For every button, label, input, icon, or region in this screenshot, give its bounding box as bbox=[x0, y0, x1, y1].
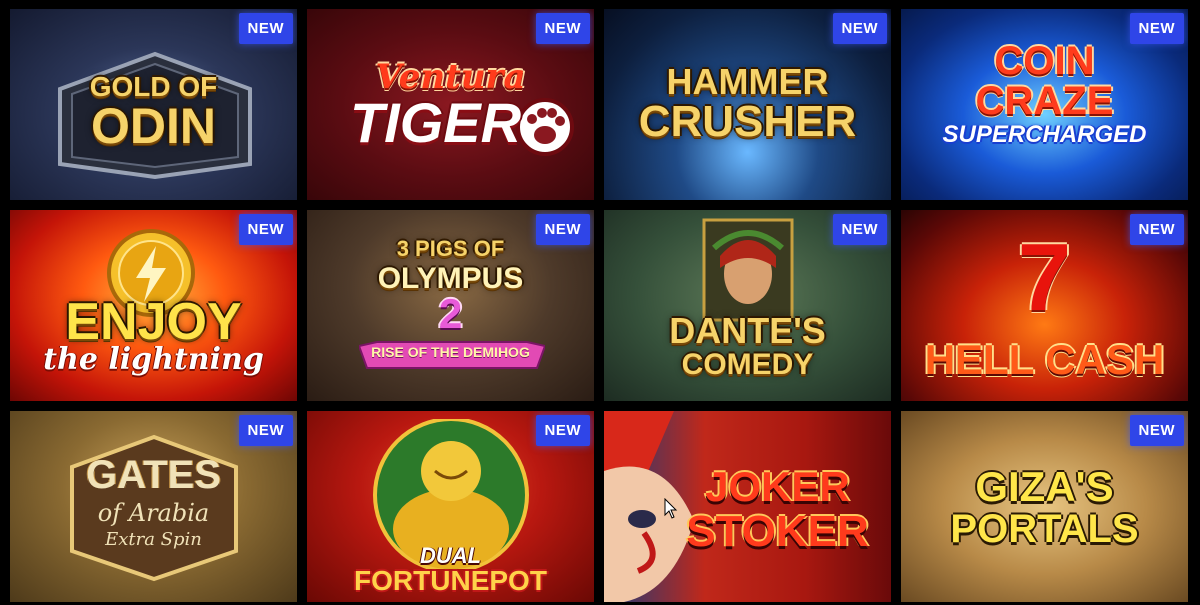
game-tile-hell-cash[interactable]: 7 HELL CASH NEW bbox=[901, 210, 1188, 401]
title-line-3: SUPERCHARGED bbox=[942, 121, 1147, 148]
title-line-2: CRUSHER bbox=[638, 97, 857, 146]
new-badge: NEW bbox=[832, 214, 887, 245]
title-line-1: GATES bbox=[86, 453, 221, 497]
title-line-2: of Arabia bbox=[97, 499, 210, 527]
title-line-1: COIN bbox=[994, 39, 1095, 83]
title-line-2: STOKER bbox=[686, 507, 869, 556]
title-line-3: 2 bbox=[438, 290, 463, 337]
game-tile-enjoy-the-lightning[interactable]: ENJOY the lightning NEW bbox=[10, 210, 297, 401]
game-tile-gold-of-odin[interactable]: GOLD OF ODIN NEW bbox=[10, 9, 297, 200]
game-tile-dantes-comedy[interactable]: DANTE'S COMEDY NEW bbox=[604, 210, 891, 401]
title-line-3: Extra Spin bbox=[105, 529, 202, 550]
title-line-1: JOKER bbox=[705, 463, 850, 510]
title-line-2: PORTALS bbox=[950, 507, 1139, 551]
game-tile-gizas-portals[interactable]: GIZA'S PORTALS NEW bbox=[901, 411, 1188, 602]
title-line-1: DANTE'S bbox=[669, 310, 826, 351]
new-badge: NEW bbox=[535, 214, 590, 245]
dante-portrait bbox=[702, 218, 794, 322]
new-badge: NEW bbox=[535, 13, 590, 44]
title-line-2: TIGER bbox=[349, 91, 522, 154]
new-badge: NEW bbox=[238, 13, 293, 44]
new-badge: NEW bbox=[1129, 415, 1184, 446]
title-line-2: ODIN bbox=[91, 98, 216, 154]
title-line-2: HELL CASH bbox=[924, 336, 1165, 383]
game-tile-gates-of-arabia[interactable]: GATES of Arabia Extra Spin NEW bbox=[10, 411, 297, 602]
game-tile-3-pigs-of-olympus-2[interactable]: 3 PIGS OF OLYMPUS 2 RISE OF THE DEMIHOG … bbox=[307, 210, 594, 401]
title-line-2: the lightning bbox=[43, 342, 264, 377]
game-grid: GOLD OF ODIN NEW Ventura TIGER NEW HAMME… bbox=[0, 0, 1200, 605]
game-tile-hammer-crusher[interactable]: HAMMER CRUSHER NEW bbox=[604, 9, 891, 200]
title-line-4: RISE OF THE DEMIHOG bbox=[371, 344, 530, 360]
game-tile-dual-fortunepot[interactable]: DUAL FORTUNEPOT NEW bbox=[307, 411, 594, 602]
title-line-2: CRAZE bbox=[975, 79, 1114, 123]
title-line-1: GIZA'S bbox=[975, 463, 1114, 510]
game-tile-joker-stoker[interactable]: JOKER STOKER bbox=[604, 411, 891, 602]
new-badge: NEW bbox=[535, 415, 590, 446]
game-tile-coin-craze[interactable]: COIN CRAZE SUPERCHARGED NEW bbox=[901, 9, 1188, 200]
new-badge: NEW bbox=[238, 415, 293, 446]
title-line-1: ENJOY bbox=[65, 293, 242, 351]
game-tile-ventura-tiger[interactable]: Ventura TIGER NEW bbox=[307, 9, 594, 200]
new-badge: NEW bbox=[1129, 214, 1184, 245]
new-badge: NEW bbox=[1129, 13, 1184, 44]
new-badge: NEW bbox=[238, 214, 293, 245]
mouse-pointer-icon bbox=[664, 498, 678, 519]
title-line-2: COMEDY bbox=[681, 348, 814, 381]
title-line-2: FORTUNEPOT bbox=[354, 565, 547, 596]
new-badge: NEW bbox=[832, 13, 887, 44]
